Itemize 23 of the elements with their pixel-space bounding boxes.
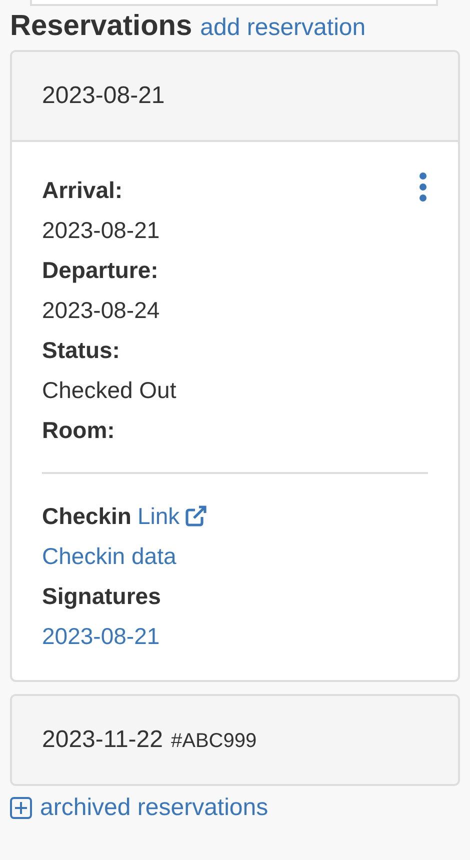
archived-reservations-link[interactable]: archived reservations [10, 790, 460, 826]
field-value: 2023-08-21 [42, 216, 161, 245]
more-options-icon[interactable] [418, 172, 428, 202]
card-header[interactable]: 2023-11-22 #ABC999 [12, 696, 458, 784]
field-value: 2023-08-24 [42, 296, 161, 325]
field-label: Room: [42, 416, 115, 445]
field-label: Status: [42, 336, 120, 365]
reservation-date: 2023-08-21 [42, 81, 165, 111]
card-header[interactable]: 2023-08-21 [12, 52, 458, 142]
external-link-icon [184, 504, 208, 528]
field-label: Departure: [42, 256, 158, 285]
reservation-date: 2023-11-22 [42, 725, 163, 755]
checkin-data-link[interactable]: Checkin data [42, 543, 176, 569]
checkin-label: Checkin [42, 502, 132, 531]
plus-square-icon [10, 797, 32, 819]
signature-link[interactable]: 2023-08-21 [42, 623, 160, 649]
field-label: Arrival: [42, 176, 123, 205]
section-heading: Reservations [10, 9, 192, 44]
reservation-code: #ABC999 [170, 729, 257, 754]
checkin-link[interactable]: Link [137, 496, 208, 536]
field-value: Checked Out [42, 376, 178, 405]
add-reservation-link[interactable]: add reservation [200, 10, 366, 46]
signatures-label: Signatures [42, 582, 162, 611]
